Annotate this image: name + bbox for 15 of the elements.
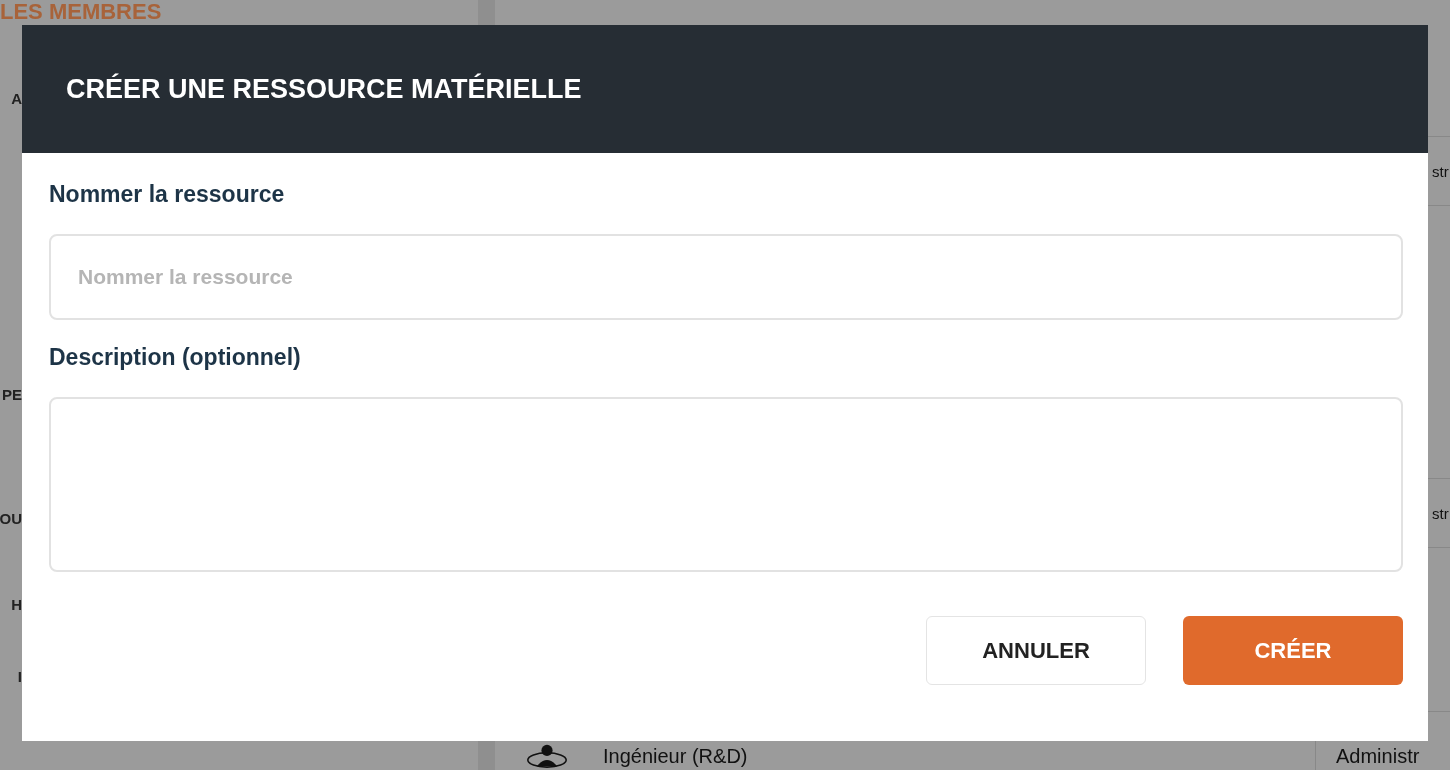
field-label: Description (optionnel) xyxy=(49,344,302,371)
sidebar-item[interactable]: OU xyxy=(0,506,22,532)
sidebar-item[interactable]: A xyxy=(11,86,22,112)
sidebar-item[interactable]: PE xyxy=(2,382,22,408)
role-name: Ingénieur (R&D) xyxy=(603,744,748,768)
description-field[interactable] xyxy=(49,397,1403,572)
sidebar-item[interactable]: I xyxy=(17,664,22,690)
dialog-title: CRÉER UNE RESSOURCE MATÉRIELLE xyxy=(66,73,582,105)
section-title: LES MEMBRES xyxy=(0,0,162,24)
person-icon xyxy=(527,744,567,768)
field-label: Nommer la ressource xyxy=(49,181,286,208)
create-button[interactable]: CRÉER xyxy=(1183,616,1403,685)
sidebar-item[interactable]: H xyxy=(11,592,22,618)
cancel-button[interactable]: ANNULER xyxy=(926,616,1146,685)
name-field[interactable]: Nommer la ressource xyxy=(49,234,1403,320)
